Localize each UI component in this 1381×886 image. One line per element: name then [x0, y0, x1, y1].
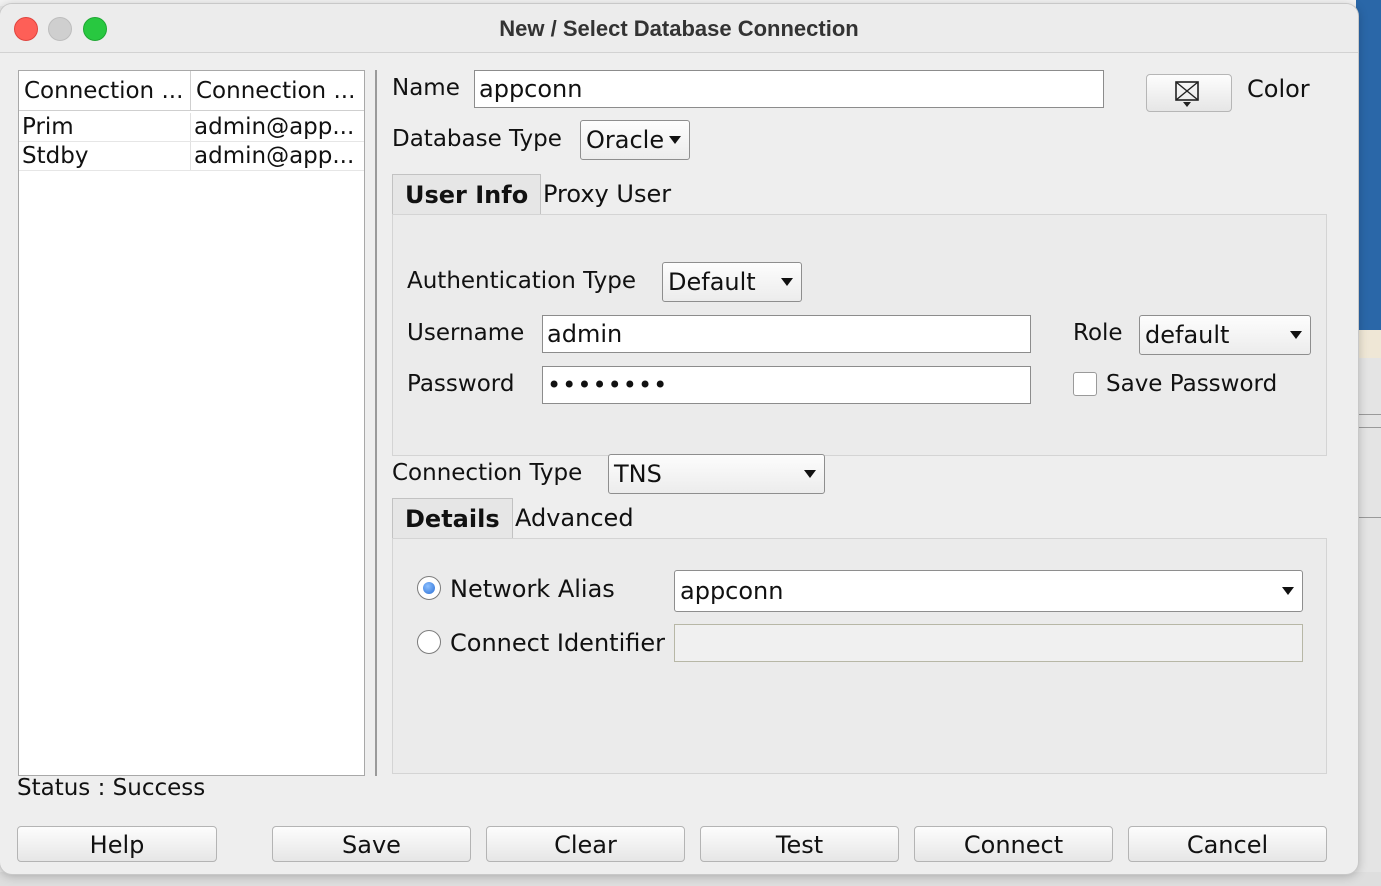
- chevron-down-icon: [1282, 587, 1294, 595]
- database-type-select[interactable]: Oracle: [580, 120, 690, 160]
- chevron-down-icon: [669, 136, 681, 144]
- chevron-down-icon: [781, 278, 793, 286]
- background-app-divider: [1356, 517, 1381, 518]
- table-row-name[interactable]: Stdby: [19, 142, 191, 170]
- password-label: Password: [407, 371, 515, 397]
- database-type-value: Oracle: [586, 126, 665, 154]
- network-alias-combobox[interactable]: appconn: [674, 570, 1303, 612]
- network-alias-value: appconn: [680, 577, 784, 605]
- save-password-label[interactable]: Save Password: [1106, 371, 1277, 397]
- role-value: default: [1145, 321, 1230, 349]
- connect-identifier-radio[interactable]: [417, 630, 441, 654]
- chevron-down-icon: [804, 470, 816, 478]
- authentication-type-value: Default: [668, 268, 756, 296]
- row-divider: [19, 170, 364, 171]
- color-label: Color: [1247, 75, 1310, 103]
- window-title: New / Select Database Connection: [499, 16, 859, 41]
- table-row-details[interactable]: admin@app...: [191, 142, 364, 170]
- help-button[interactable]: Help: [17, 826, 217, 862]
- connections-table[interactable]: Connection ... Connection ... Prim admin…: [18, 70, 365, 776]
- table-row-name[interactable]: Prim: [19, 113, 191, 141]
- connect-identifier-input[interactable]: [674, 624, 1303, 662]
- cancel-button[interactable]: Cancel: [1128, 826, 1327, 862]
- background-app-row: [1356, 330, 1381, 358]
- connection-type-value: TNS: [614, 460, 662, 488]
- test-button[interactable]: Test: [700, 826, 899, 862]
- username-input[interactable]: admin: [542, 315, 1031, 353]
- split-pane-divider[interactable]: [375, 70, 377, 776]
- background-app-divider: [1356, 414, 1381, 415]
- background-app-area: [1356, 358, 1381, 886]
- background-app-divider: [1356, 427, 1381, 428]
- background-app-panel: [1356, 0, 1381, 330]
- name-label: Name: [392, 75, 460, 101]
- color-button[interactable]: [1146, 74, 1232, 112]
- save-password-checkbox[interactable]: [1073, 372, 1097, 396]
- tab-details[interactable]: Details: [392, 498, 513, 538]
- connect-identifier-label[interactable]: Connect Identifier: [450, 629, 665, 657]
- chevron-down-icon: [1290, 331, 1302, 339]
- tab-advanced[interactable]: Advanced: [515, 498, 634, 538]
- network-alias-radio[interactable]: [417, 576, 441, 600]
- password-input[interactable]: ••••••••: [542, 366, 1031, 404]
- tab-proxy-user[interactable]: Proxy User: [543, 174, 671, 214]
- database-connection-dialog: New / Select Database Connection Connect…: [0, 4, 1358, 874]
- connect-button[interactable]: Connect: [914, 826, 1113, 862]
- tab-user-info[interactable]: User Info: [392, 174, 542, 214]
- connection-type-label: Connection Type: [392, 460, 583, 486]
- table-row-details[interactable]: admin@app...: [191, 113, 364, 141]
- name-input[interactable]: appconn: [474, 70, 1104, 108]
- save-button[interactable]: Save: [272, 826, 471, 862]
- network-alias-label[interactable]: Network Alias: [450, 575, 615, 603]
- clear-button[interactable]: Clear: [486, 826, 685, 862]
- no-color-swatch-icon: [1175, 81, 1199, 107]
- column-header-connection-details[interactable]: Connection ...: [191, 71, 364, 111]
- background-app-footer: [0, 872, 1381, 886]
- username-label: Username: [407, 320, 525, 346]
- column-header-connection-name[interactable]: Connection ...: [19, 71, 191, 111]
- title-bar[interactable]: New / Select Database Connection: [0, 4, 1358, 53]
- authentication-type-select[interactable]: Default: [662, 262, 802, 302]
- database-type-label: Database Type: [392, 126, 562, 152]
- connection-type-select[interactable]: TNS: [608, 454, 825, 494]
- role-select[interactable]: default: [1139, 315, 1311, 355]
- status-text: Status : Success: [17, 775, 206, 801]
- authentication-type-label: Authentication Type: [407, 268, 636, 294]
- role-label: Role: [1073, 320, 1123, 346]
